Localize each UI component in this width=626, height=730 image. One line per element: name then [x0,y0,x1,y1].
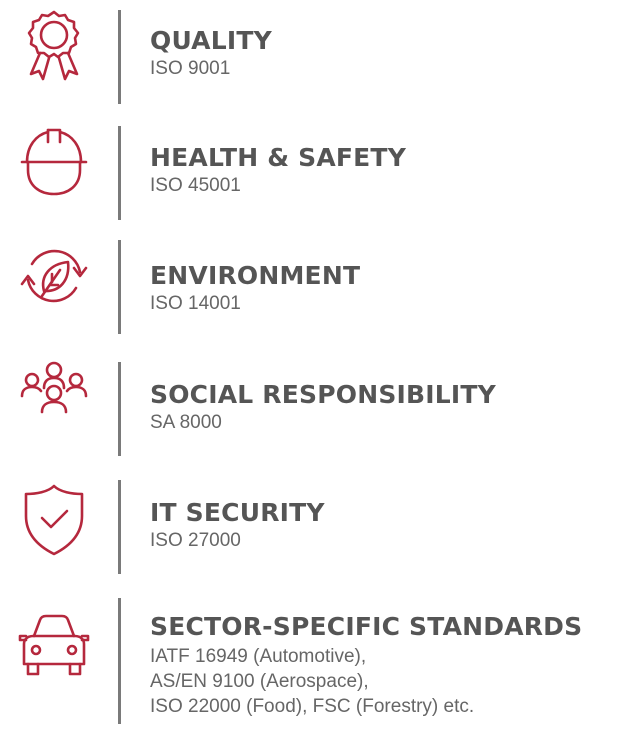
item-standard: IATF 16949 (Automotive), AS/EN 9100 (Aer… [150,644,622,719]
item-title: SOCIAL RESPONSIBILITY [150,380,496,409]
divider [118,240,121,334]
item-title: SECTOR-SPECIFIC STANDARDS [150,612,583,641]
item-standard: ISO 14001 [150,291,622,316]
item-standard-line: ISO 22000 (Food), FSC (Forestry) etc. [150,696,475,717]
divider [118,10,121,104]
people-group-icon [14,348,94,428]
item-standard-line: AS/EN 9100 (Aerospace), [150,671,369,692]
divider [118,362,121,456]
car-icon [14,606,94,686]
divider [118,126,121,220]
item-title: ENVIRONMENT [150,261,361,290]
shield-check-icon [14,480,94,560]
leaf-cycle-icon [14,236,94,316]
item-standard-line: ISO 9001 [150,58,231,79]
item-title: IT SECURITY [150,498,325,527]
item-standard-line: ISO 27000 [150,530,241,551]
hard-hat-icon [14,120,94,200]
item-standard: ISO 45001 [150,173,622,198]
divider [118,598,121,724]
item-standard-line: ISO 45001 [150,175,241,196]
item-standard-line: SA 8000 [150,412,222,433]
divider [118,480,121,574]
item-standard: ISO 9001 [150,56,622,81]
item-standard: ISO 27000 [150,528,622,553]
item-title: HEALTH & SAFETY [150,143,406,172]
ribbon-award-icon [14,6,94,86]
item-standard-line: IATF 16949 (Automotive), [150,646,367,667]
item-title: QUALITY [150,26,272,55]
item-standard-line: ISO 14001 [150,293,241,314]
item-standard: SA 8000 [150,410,622,435]
